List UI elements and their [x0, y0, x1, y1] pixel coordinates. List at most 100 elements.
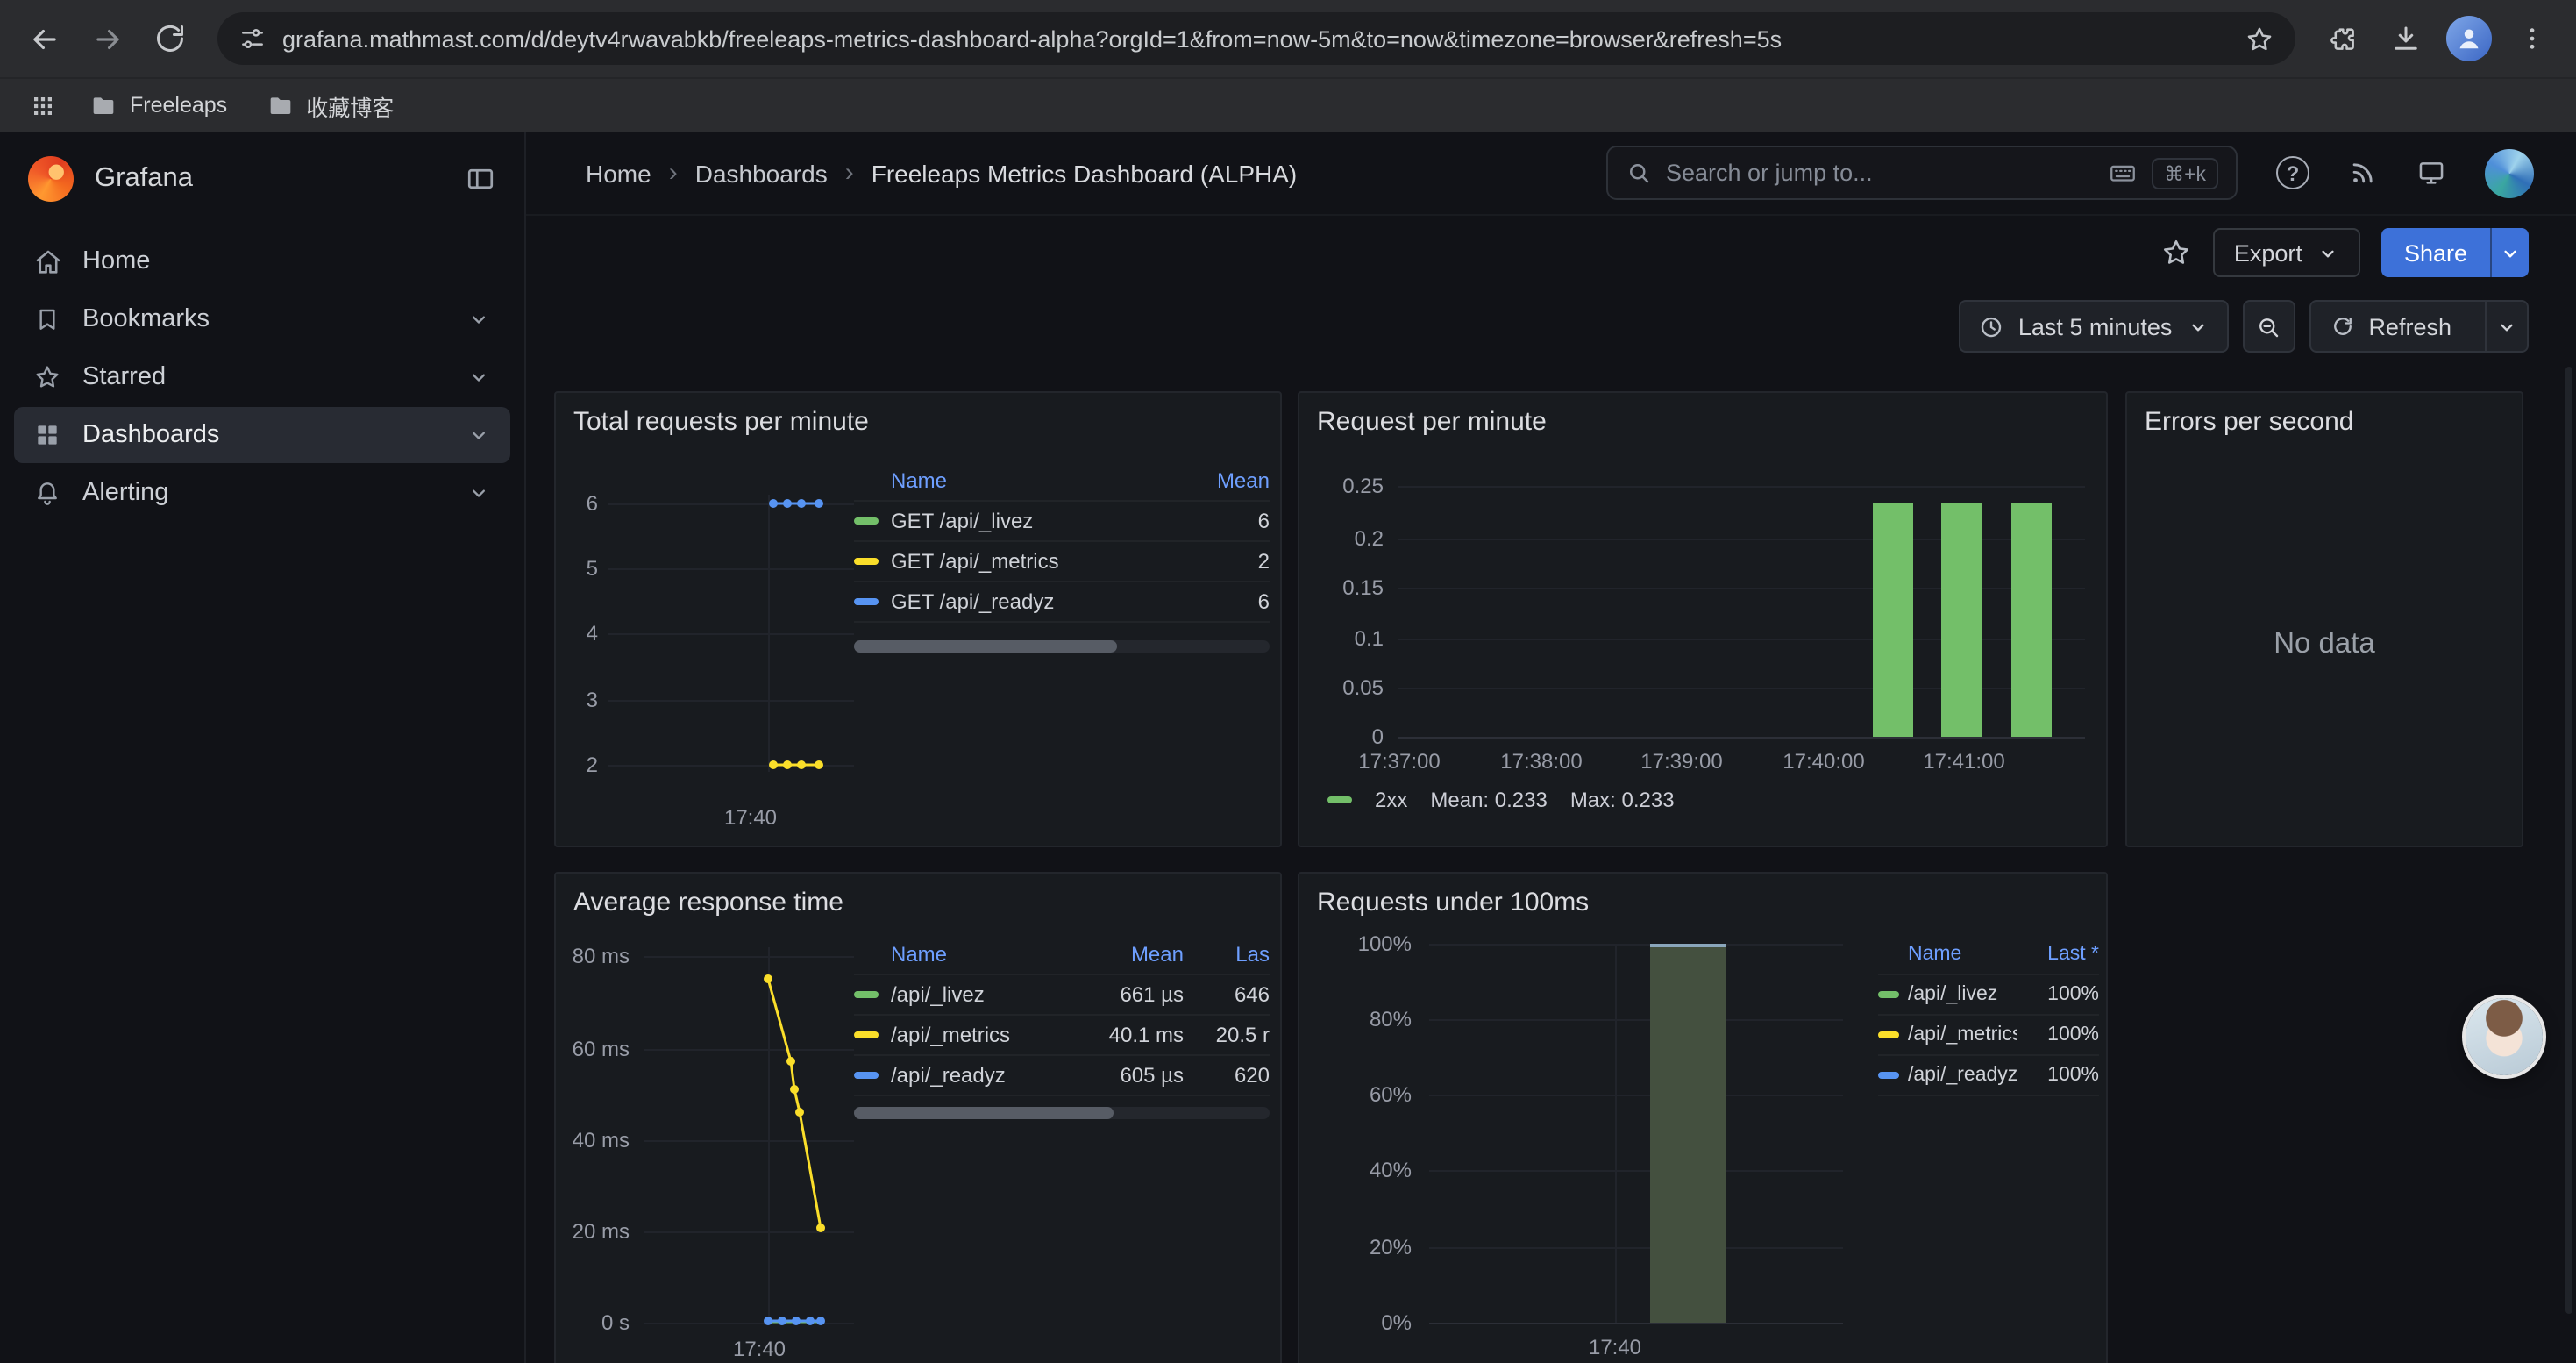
breadcrumb-home[interactable]: Home: [586, 159, 651, 187]
chevron-down-icon: [2316, 241, 2339, 264]
forward-button[interactable]: [77, 9, 137, 68]
legend-last-value: 620: [1196, 1063, 1270, 1088]
bookmark-folder-blogs[interactable]: 收藏博客: [250, 83, 409, 127]
sidebar-item-alerting[interactable]: Alerting: [14, 465, 510, 521]
series-color-dash: [854, 991, 879, 998]
y-tick-label: 4: [556, 621, 598, 646]
chevron-down-icon[interactable]: [466, 307, 491, 332]
sidebar-item-bookmarks[interactable]: Bookmarks: [14, 291, 510, 347]
legend-series-name[interactable]: /api/_readyz: [891, 1063, 1073, 1088]
sidebar-item-label: Starred: [82, 363, 166, 391]
sidebar-item-starred[interactable]: Starred: [14, 349, 510, 405]
assistant-avatar[interactable]: [2466, 998, 2543, 1075]
legend-series-name[interactable]: /api/_metrics: [891, 1023, 1073, 1047]
legend-series-name[interactable]: 2xx: [1375, 788, 1407, 812]
x-tick-label: 17:40:00: [1771, 749, 1876, 774]
chevron-down-icon[interactable]: [466, 423, 491, 447]
chevron-down-icon: [2499, 241, 2522, 264]
site-settings-icon[interactable]: [238, 25, 267, 53]
apps-grid-icon[interactable]: [18, 84, 67, 126]
favorite-star-button[interactable]: [2160, 237, 2192, 268]
legend-last-value: 20.5 r: [1196, 1023, 1270, 1047]
legend-scrollbar[interactable]: [854, 1107, 1270, 1119]
user-avatar[interactable]: [2485, 148, 2534, 197]
panel-title[interactable]: Average response time: [573, 888, 843, 917]
legend-col-name[interactable]: Name: [891, 467, 1187, 492]
legend-scrollbar[interactable]: [854, 640, 1270, 653]
sidebar-item-home[interactable]: Home: [14, 233, 510, 289]
panel-request-per-minute: Request per minute 0.25 0.2 0.15 0.1 0.0…: [1298, 391, 2108, 847]
panel-title[interactable]: Request per minute: [1317, 407, 1547, 437]
legend-series-name[interactable]: /api/_metrics: [1908, 1024, 2017, 1045]
legend-series-name[interactable]: GET /api/_readyz: [891, 589, 1187, 614]
legend-col-mean[interactable]: Mean: [1085, 941, 1184, 966]
help-icon[interactable]: ?: [2276, 156, 2309, 189]
legend-series-name[interactable]: /api/_livez: [891, 982, 1073, 1007]
search-box[interactable]: ⌘+k: [1606, 146, 2238, 200]
y-tick-label: 20 ms: [556, 1219, 630, 1244]
refresh-label: Refresh: [2368, 313, 2451, 339]
monitor-icon[interactable]: [2416, 158, 2446, 188]
panel-title[interactable]: Total requests per minute: [573, 407, 869, 437]
legend-row: /api/_livez 661 µs 646: [854, 975, 1270, 1016]
chevron-down-icon[interactable]: [466, 481, 491, 505]
dock-sidebar-button[interactable]: [465, 163, 496, 195]
sidebar-item-dashboards[interactable]: Dashboards: [14, 407, 510, 463]
legend-col-name[interactable]: Name: [1908, 943, 2017, 964]
sidebar-item-label: Dashboards: [82, 421, 219, 449]
grafana-topnav: Home › Dashboards › Freeleaps Metrics Da…: [526, 132, 2576, 216]
time-range-label: Last 5 minutes: [2018, 313, 2173, 339]
bookmark-star-icon[interactable]: [2245, 24, 2274, 54]
breadcrumb-dashboards[interactable]: Dashboards: [695, 159, 828, 187]
address-bar[interactable]: grafana.mathmast.com/d/deytv4rwavabkb/fr…: [217, 12, 2295, 65]
extensions-button[interactable]: [2313, 9, 2373, 68]
gridline: [608, 633, 854, 635]
scrollbar-thumb[interactable]: [854, 640, 1117, 653]
search-input[interactable]: [1666, 160, 2094, 186]
legend-series-name[interactable]: GET /api/_livez: [891, 509, 1187, 533]
refresh-interval-button[interactable]: [2485, 302, 2527, 351]
share-button[interactable]: Share: [2381, 228, 2490, 277]
panel-average-response-time: Average response time 80 ms 60 ms 40 ms …: [554, 872, 1282, 1363]
gridline: [644, 956, 854, 958]
refresh-button[interactable]: Refresh: [2310, 302, 2471, 351]
legend-last-value: 100%: [2025, 1024, 2099, 1045]
legend-col-last[interactable]: Las: [1196, 941, 1270, 966]
gridline: [1615, 944, 1617, 1323]
downloads-button[interactable]: [2376, 9, 2436, 68]
chevron-down-icon[interactable]: [466, 365, 491, 389]
legend-col-last[interactable]: Last *: [2025, 943, 2099, 964]
browser-menu-button[interactable]: [2502, 9, 2562, 68]
share-menu-button[interactable]: [2490, 228, 2529, 277]
bookmark-folder-freeleaps[interactable]: Freeleaps: [74, 86, 243, 125]
dashboards-grid-icon: [33, 421, 63, 449]
legend-col-mean[interactable]: Mean: [1199, 467, 1270, 492]
share-split-button: Share: [2381, 228, 2529, 277]
url-text[interactable]: grafana.mathmast.com/d/deytv4rwavabkb/fr…: [282, 25, 2229, 52]
reload-button[interactable]: [140, 9, 200, 68]
forward-icon: [90, 22, 124, 55]
folder-icon: [266, 91, 294, 119]
scrollbar-thumb[interactable]: [854, 1107, 1114, 1119]
sidebar-item-label: Bookmarks: [82, 305, 210, 333]
topnav-right: ⌘+k ?: [1606, 146, 2534, 200]
y-tick-label: 80%: [1299, 1007, 1412, 1031]
browser-profile-avatar[interactable]: [2446, 16, 2492, 61]
export-button[interactable]: Export: [2213, 228, 2360, 277]
series-color-dash: [854, 1072, 879, 1079]
gridline: [644, 1323, 854, 1324]
download-icon: [2390, 23, 2422, 54]
time-range-picker[interactable]: Last 5 minutes: [1959, 300, 2229, 353]
gridline: [1398, 539, 2085, 540]
folder-icon: [89, 91, 117, 119]
legend-series-name[interactable]: GET /api/_metrics: [891, 549, 1187, 574]
legend-series-name[interactable]: /api/_readyz: [1908, 1065, 2017, 1086]
back-button[interactable]: [14, 9, 74, 68]
panel-title[interactable]: Requests under 100ms: [1317, 888, 1589, 917]
legend-col-name[interactable]: Name: [891, 941, 1073, 966]
scrollbar-thumb[interactable]: [2565, 367, 2572, 1314]
grafana-logo[interactable]: [28, 156, 74, 202]
news-rss-icon[interactable]: [2348, 158, 2378, 188]
zoom-out-button[interactable]: [2242, 300, 2295, 353]
legend-series-name[interactable]: /api/_livez: [1908, 984, 2017, 1005]
